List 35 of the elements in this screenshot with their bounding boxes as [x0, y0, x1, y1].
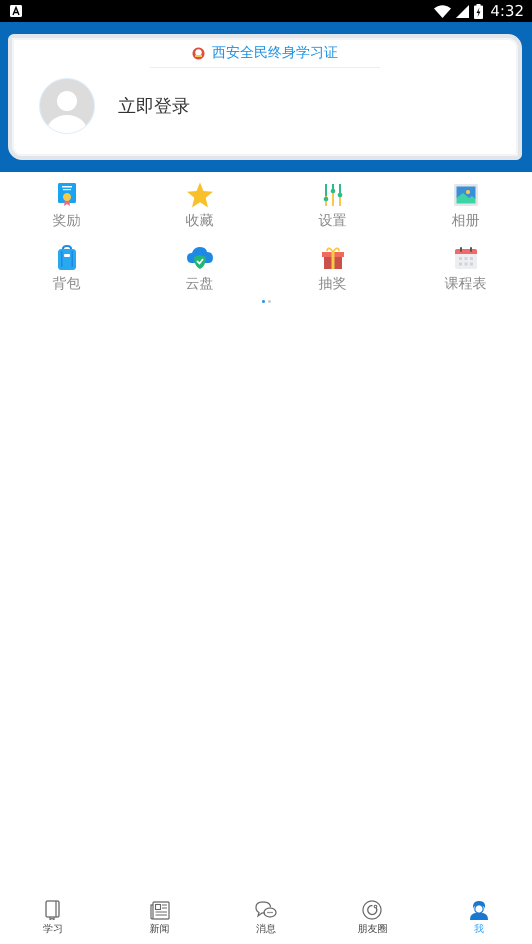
tab[interactable]: 朋友圈: [319, 896, 426, 940]
menu-item[interactable]: 设置: [266, 182, 399, 231]
notification-icon: [10, 5, 22, 17]
gift-icon: [322, 245, 344, 271]
chat-bubbles-icon: [255, 900, 278, 920]
newspaper-icon: [150, 900, 170, 920]
book-icon: [45, 900, 62, 920]
picture-frame-icon: [454, 182, 478, 208]
menu-item[interactable]: 云盘: [133, 245, 266, 294]
tab[interactable]: 学习: [0, 896, 106, 940]
menu-item[interactable]: 奖励: [0, 182, 133, 231]
card-title: 西安全民终身学习证: [212, 44, 338, 62]
camera-lens-icon: [362, 900, 382, 920]
login-link[interactable]: 立即登录: [118, 94, 190, 118]
wifi-icon: [434, 4, 452, 18]
cloud-shield-icon: [186, 245, 212, 271]
tab[interactable]: 我: [426, 896, 532, 940]
battery-icon: [474, 4, 484, 18]
star-icon: [186, 182, 212, 208]
signal-icon: [456, 4, 470, 18]
tab[interactable]: 消息: [212, 896, 320, 940]
avatar-icon[interactable]: [38, 77, 96, 135]
tab[interactable]: 新闻: [106, 896, 213, 940]
certificate-icon: [56, 182, 76, 208]
calendar-icon: [454, 245, 476, 271]
backpack-icon: [56, 245, 78, 271]
clock-time: 4:32: [490, 2, 524, 20]
emblem-icon: [192, 46, 205, 60]
sliders-icon: [322, 182, 342, 208]
menu-item[interactable]: 课程表: [399, 245, 532, 294]
menu-item[interactable]: 相册: [399, 182, 532, 231]
menu-item[interactable]: 背包: [0, 245, 133, 294]
person-icon: [470, 900, 488, 920]
menu-item[interactable]: 抽奖: [266, 245, 399, 294]
menu-item[interactable]: 收藏: [133, 182, 266, 231]
